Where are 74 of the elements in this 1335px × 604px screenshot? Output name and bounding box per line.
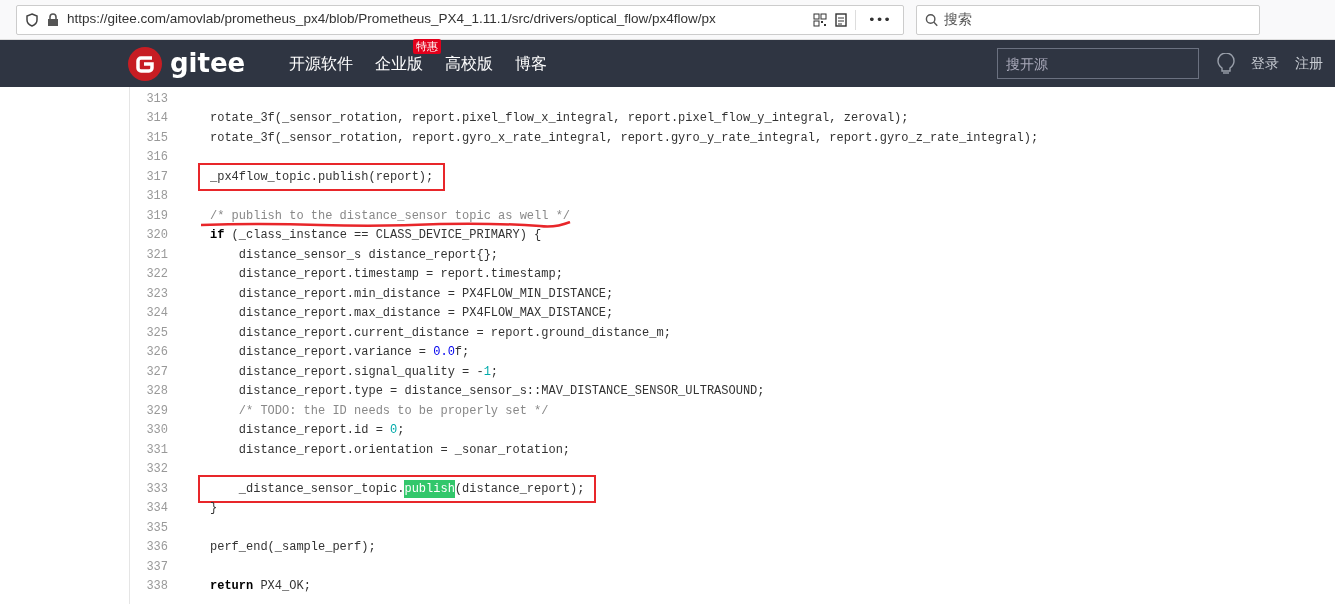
line-number: 320: [145, 227, 168, 245]
line-number: 332: [145, 461, 168, 479]
line-number: 328: [145, 383, 168, 401]
register-link[interactable]: 注册: [1295, 53, 1323, 74]
code-token: distance_report.variance =: [237, 344, 428, 362]
code-token: distance_report.orientation = _sonar_rotation;: [237, 441, 571, 459]
line-number: 326: [145, 344, 168, 362]
line-number: 331: [145, 441, 168, 459]
line-number: 316: [145, 149, 168, 167]
line-number: 313: [145, 90, 168, 108]
line-number: 333: [145, 480, 168, 498]
line-number: 337: [145, 558, 168, 576]
line-number: 327: [145, 363, 168, 381]
code-token: 1: [483, 363, 491, 381]
code-token: f;: [454, 344, 470, 362]
line-number: 321: [145, 246, 168, 264]
code-token: 0: [390, 422, 398, 440]
code-token: distance_report.max_distance = PX4FLOW_MAX_DISTANCE;: [237, 305, 614, 323]
search-icon: [925, 12, 939, 27]
gitee-logo[interactable]: gitee: [128, 44, 246, 83]
logo-icon: [128, 46, 162, 81]
line-number: 335: [145, 519, 168, 537]
more-button[interactable]: •••: [864, 9, 895, 30]
code-token: distance_report.timestamp = report.timestamp;: [237, 266, 563, 284]
line-number: 322: [145, 266, 168, 284]
code-token: /* publish to the distance_sensor topic as well */: [210, 207, 571, 225]
code-token: }: [210, 500, 218, 518]
line-number: 329: [145, 402, 168, 420]
line-number: 315: [145, 129, 168, 147]
line-number: 317: [145, 168, 168, 186]
lightbulb-icon[interactable]: [1217, 52, 1235, 75]
lock-icon[interactable]: [47, 12, 59, 27]
code-token: distance_report.min_distance = PX4FLOW_MIN_DISTANCE;: [237, 285, 614, 303]
line-number: 318: [145, 188, 168, 206]
url-text[interactable]: https://gitee.com/amovlab/prometheus_px4/blob/Prometheus_PX4_1.11.1/src/drivers/optical_flow/px4flow/px: [67, 9, 805, 30]
code-token: distance_sensor_s distance_report{};: [237, 246, 499, 264]
code-token: _distance_sensor_topic.: [237, 480, 405, 498]
login-link[interactable]: 登录: [1251, 53, 1279, 74]
nav-link[interactable]: 博客: [515, 53, 548, 73]
search-match: publish: [404, 479, 455, 498]
search-input[interactable]: 搜索: [944, 9, 1251, 30]
search-field[interactable]: 搜开源: [997, 48, 1199, 79]
nav-link[interactable]: 高校版: [445, 53, 494, 73]
line-number: 323: [145, 285, 168, 303]
reader-view-icon[interactable]: [835, 12, 847, 27]
line-number: 324: [145, 305, 168, 323]
code-token: rotate_3f(_sensor_rotation, report.gyro_x_rate_integral, report.gyro_y_rate_integral, report.gyro_z_rate_integral);: [210, 129, 1039, 147]
code-token: (_class_instance == CLASS_DEVICE_PRIMARY) {: [230, 227, 542, 245]
code-token: ;: [490, 363, 499, 381]
nav-link[interactable]: 开源软件: [289, 53, 354, 73]
code-token: PX4_OK;: [259, 578, 311, 596]
code-token: distance_report.type = distance_sensor_s::MAV_DISTANCE_SENSOR_ULTRASOUND;: [237, 383, 765, 401]
code-token: 0.0: [433, 344, 455, 362]
line-number: 338: [145, 578, 168, 596]
line-number: 336: [145, 539, 168, 557]
qr-code-icon[interactable]: [813, 12, 827, 27]
code-token: (distance_report);: [454, 480, 585, 498]
shield-icon[interactable]: [25, 12, 39, 27]
code-token: if: [210, 227, 225, 245]
code-token: perf_end(_sample_perf);: [210, 539, 376, 557]
nav-link[interactable]: 企业版: [375, 53, 424, 73]
line-number: 325: [145, 324, 168, 342]
code-token: rotate_3f(_sensor_rotation, report.pixel_flow_x_integral, report.pixel_flow_y_integral, zeroval);: [210, 110, 909, 128]
code-token: distance_report.signal_quality = -: [237, 363, 484, 381]
code-token: distance_report.current_distance = report.ground_distance_m;: [237, 324, 671, 342]
line-number: 319: [145, 207, 168, 225]
code-token: ;: [397, 422, 405, 440]
line-number: 330: [145, 422, 168, 440]
code-token: return: [210, 578, 254, 596]
code-token: distance_report.id =: [237, 422, 384, 440]
code-token: _px4flow_topic.publish(report);: [210, 168, 434, 186]
code-token: /* TODO: the ID needs to be properly set */: [237, 402, 549, 420]
line-number: 334: [145, 500, 168, 518]
line-number: 314: [145, 110, 168, 128]
